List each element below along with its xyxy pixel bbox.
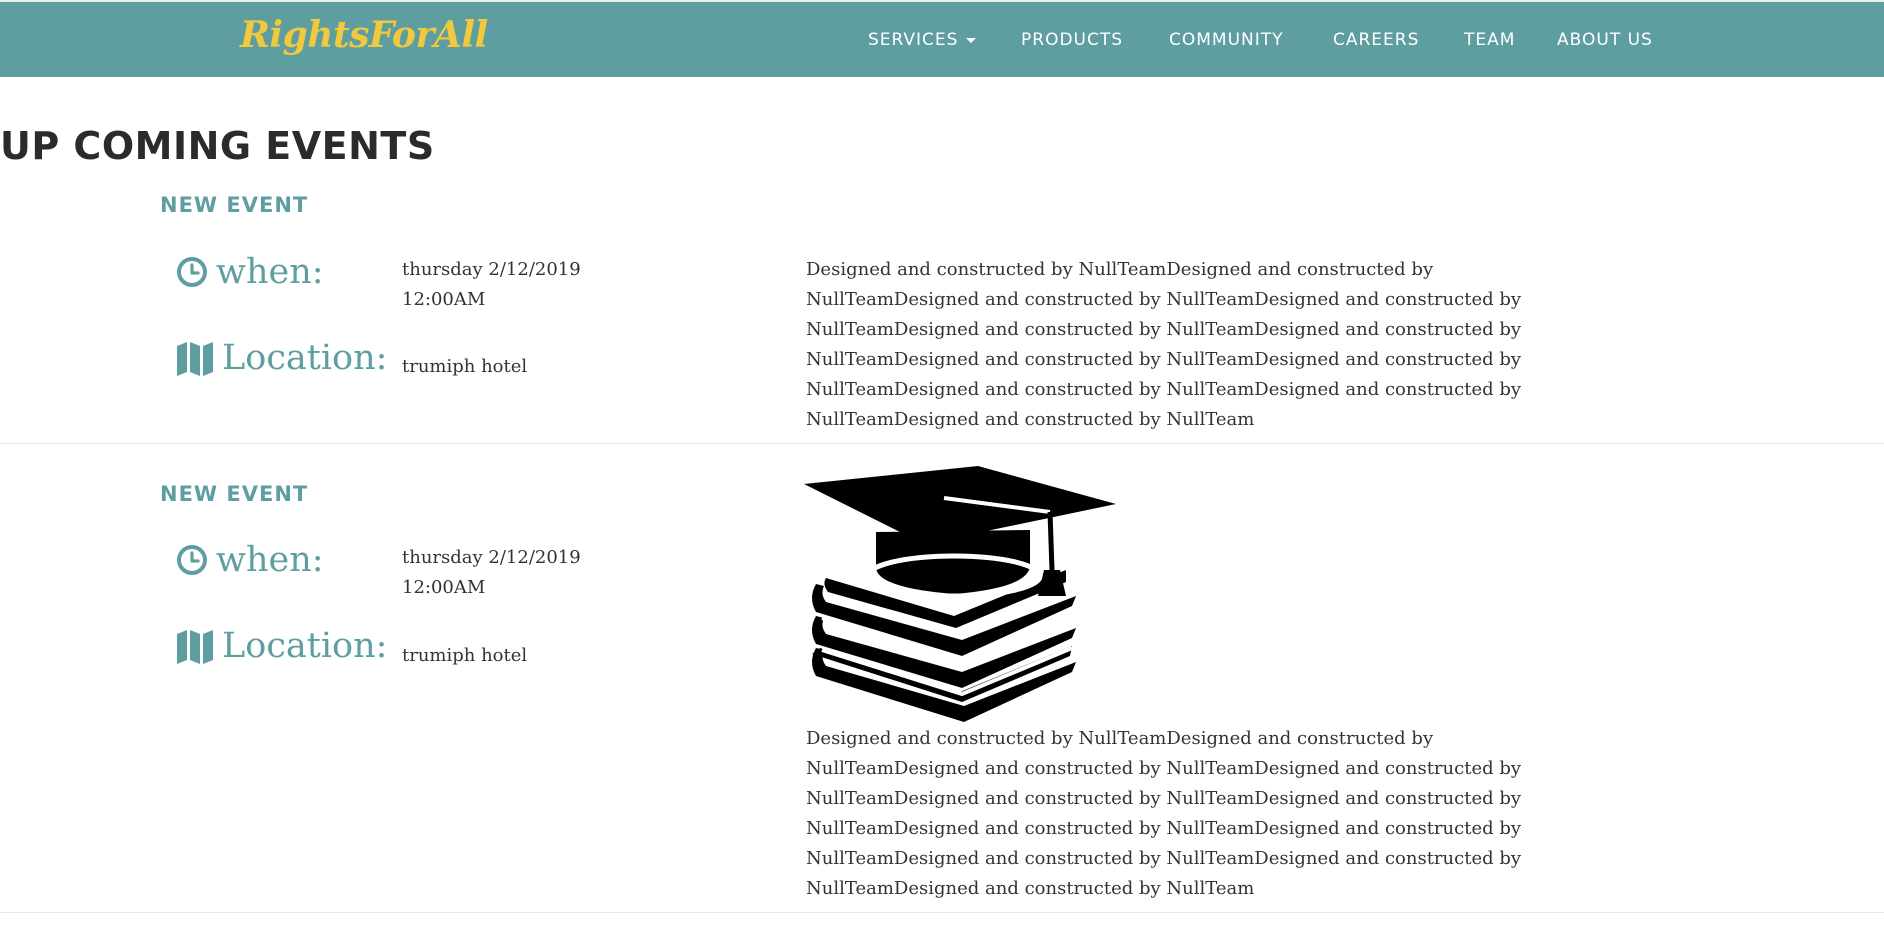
page-title: UP COMING EVENTS [0, 124, 435, 168]
event-description: Designed and constructed by NullTeamDesi… [806, 728, 1522, 899]
event-date: thursday 2/12/2019 [402, 547, 581, 568]
map-icon [177, 342, 213, 376]
brand-logo[interactable]: RightsForAll [240, 14, 488, 56]
event-description: Designed and constructed by NullTeamDesi… [806, 259, 1522, 430]
location-label-text: Location: [222, 338, 388, 378]
event-location: trumiph hotel [402, 645, 528, 666]
divider [0, 912, 1884, 913]
location-label-text: Location: [222, 626, 388, 666]
clock-icon [177, 545, 207, 575]
nav-about-us[interactable]: ABOUT US [1557, 30, 1653, 50]
clock-icon [177, 257, 207, 287]
event-title: NEW EVENT [160, 193, 309, 217]
nav-careers[interactable]: CAREERS [1333, 30, 1419, 50]
divider [0, 443, 1884, 444]
graduation-cap-books-icon [804, 466, 1116, 722]
when-label-text: when: [216, 540, 324, 580]
map-icon [177, 630, 213, 664]
event-title: NEW EVENT [160, 482, 309, 506]
location-label: Location: [176, 626, 387, 666]
event-time: 12:00AM [402, 577, 486, 598]
nav-services-label: SERVICES [868, 30, 959, 50]
nav-team[interactable]: TEAM [1464, 30, 1515, 50]
event-time: 12:00AM [402, 289, 486, 310]
event-date: thursday 2/12/2019 [402, 259, 581, 280]
location-label: Location: [176, 338, 387, 378]
nav-community[interactable]: COMMUNITY [1169, 30, 1284, 50]
event-location: trumiph hotel [402, 356, 528, 377]
nav-services[interactable]: SERVICES [868, 30, 977, 50]
when-label: when: [176, 540, 324, 580]
when-label-text: when: [216, 252, 324, 292]
nav-products[interactable]: PRODUCTS [1021, 30, 1123, 50]
when-label: when: [176, 252, 324, 292]
navbar: RightsForAll SERVICES PRODUCTS COMMUNITY… [0, 0, 1884, 77]
caret-down-icon [966, 37, 977, 43]
